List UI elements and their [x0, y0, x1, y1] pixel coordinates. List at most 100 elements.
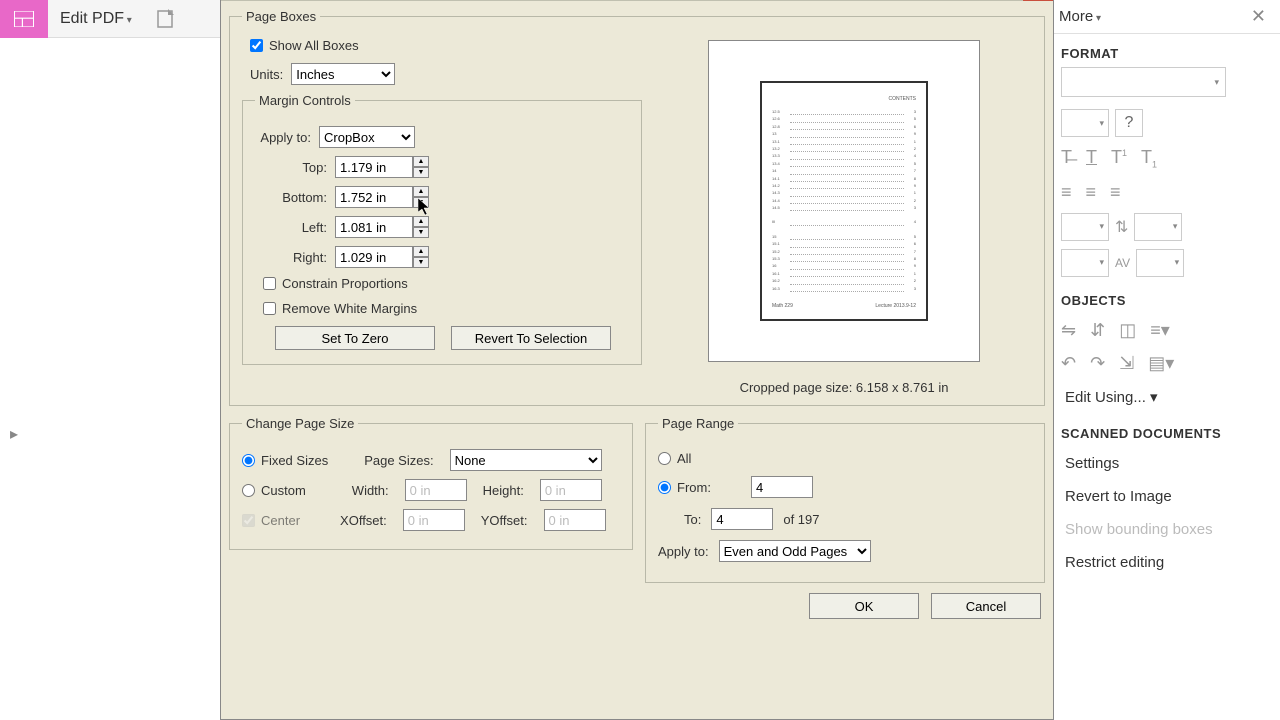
underline-icon[interactable]: T: [1086, 147, 1097, 170]
close-panel-button[interactable]: ✕: [1245, 4, 1272, 29]
custom-radio[interactable]: Custom: [242, 483, 306, 498]
xoffset-input: [403, 509, 465, 531]
settings-link[interactable]: Settings: [1051, 447, 1280, 480]
help-button[interactable]: ?: [1115, 109, 1143, 137]
objects-section-title: OBJECTS: [1051, 281, 1280, 314]
font-dropdown[interactable]: [1061, 67, 1226, 97]
fixed-sizes-radio[interactable]: Fixed Sizes: [242, 453, 328, 468]
crop-layout-icon: [14, 11, 34, 27]
restrict-editing-link[interactable]: Restrict editing: [1051, 546, 1280, 579]
width-input: [405, 479, 467, 501]
margin-controls-fieldset: Margin Controls Apply to: CropBox Top: ▲…: [242, 93, 642, 365]
pr-apply-to-label: Apply to:: [658, 544, 709, 559]
top-label: Top:: [255, 160, 327, 175]
pr-apply-to-select[interactable]: Even and Odd Pages: [719, 540, 871, 562]
width-label: Width:: [352, 483, 389, 498]
right-input[interactable]: [335, 246, 413, 268]
right-spin-down[interactable]: ▼: [413, 257, 429, 268]
arrange-icon[interactable]: ≡▾: [1150, 320, 1170, 341]
ok-button[interactable]: OK: [809, 593, 919, 619]
from-input[interactable]: [751, 476, 813, 498]
rotate-left-icon[interactable]: ↶: [1061, 353, 1076, 374]
bottom-spin-up[interactable]: ▲: [413, 186, 429, 197]
margin-controls-legend: Margin Controls: [255, 93, 355, 108]
page-range-fieldset: Page Range All From: To: of 197 Apply: [645, 416, 1045, 583]
yoffset-input: [544, 509, 606, 531]
align-icon[interactable]: ▤▾: [1148, 353, 1174, 374]
preview-caption: Cropped page size: 6.158 x 8.761 in: [740, 380, 949, 395]
show-all-boxes-input[interactable]: [250, 39, 263, 52]
constrain-checkbox[interactable]: Constrain Proportions: [263, 276, 629, 291]
edit-pdf-dropdown[interactable]: Edit PDF: [48, 10, 144, 28]
line-spacing-icon[interactable]: ⇅: [1115, 217, 1128, 237]
scanned-section-title: SCANNED DOCUMENTS: [1051, 414, 1280, 447]
align-center-icon[interactable]: ≡: [1086, 182, 1097, 203]
font-size-dropdown[interactable]: [1061, 109, 1109, 137]
tool-icon[interactable]: [154, 7, 178, 31]
subscript-icon[interactable]: T1: [1141, 147, 1157, 170]
revert-to-selection-button[interactable]: Revert To Selection: [451, 326, 611, 350]
rotate-right-icon[interactable]: ↷: [1090, 353, 1105, 374]
char-spacing-icon[interactable]: AV: [1115, 256, 1130, 270]
left-spin-down[interactable]: ▼: [413, 227, 429, 238]
revert-image-link[interactable]: Revert to Image: [1051, 480, 1280, 513]
align-justify-icon[interactable]: ≡: [1110, 182, 1121, 203]
bottom-label: Bottom:: [255, 190, 327, 205]
apply-to-select[interactable]: CropBox: [319, 126, 415, 148]
change-size-legend: Change Page Size: [242, 416, 358, 431]
dialog-titlebar: Set Page Boxes ✕: [221, 0, 1053, 1]
set-to-zero-button[interactable]: Set To Zero: [275, 326, 435, 350]
mouse-cursor-icon: [418, 198, 434, 218]
show-all-boxes-checkbox[interactable]: Show All Boxes: [250, 38, 642, 53]
left-panel-toggle[interactable]: ▸: [0, 420, 28, 448]
preview-page-content: CONTENTS 12.53 12.65 12.86 139 13.11 13.…: [760, 81, 928, 321]
from-radio[interactable]: From:: [658, 480, 711, 495]
bottom-input[interactable]: [335, 186, 413, 208]
top-spin-down[interactable]: ▼: [413, 167, 429, 178]
to-label: To:: [684, 512, 701, 527]
crop-tool-button[interactable]: [0, 0, 48, 38]
all-pages-radio[interactable]: All: [658, 451, 691, 466]
height-input: [540, 479, 602, 501]
page-boxes-fieldset: Page Boxes Show All Boxes Units: Inches: [229, 9, 1045, 406]
line-spacing-dropdown[interactable]: [1134, 213, 1182, 241]
flip-v-icon[interactable]: ⇵: [1090, 320, 1105, 341]
strikethrough-icon[interactable]: T̶: [1061, 147, 1072, 170]
apply-to-label: Apply to:: [255, 130, 311, 145]
dialog-close-button[interactable]: ✕: [1023, 0, 1053, 1]
units-label: Units:: [250, 67, 283, 82]
of-total-label: of 197: [783, 512, 819, 527]
more-dropdown[interactable]: More: [1059, 8, 1101, 25]
cancel-button[interactable]: Cancel: [931, 593, 1041, 619]
replace-icon[interactable]: ⇲: [1119, 353, 1134, 374]
page-sizes-select[interactable]: None: [450, 449, 602, 471]
crop-icon[interactable]: ◫: [1119, 320, 1136, 341]
top-input[interactable]: [335, 156, 413, 178]
top-spin-up[interactable]: ▲: [413, 156, 429, 167]
flip-h-icon[interactable]: ⇋: [1061, 320, 1076, 341]
remove-white-checkbox[interactable]: Remove White Margins: [263, 301, 629, 316]
remove-white-input[interactable]: [263, 302, 276, 315]
show-bbox-link: Show bounding boxes: [1051, 513, 1280, 546]
list-style-dropdown[interactable]: [1061, 213, 1109, 241]
align-left-icon[interactable]: ≡: [1061, 182, 1072, 203]
page-boxes-legend: Page Boxes: [242, 9, 320, 24]
xoffset-label: XOffset:: [340, 513, 387, 528]
right-label: Right:: [255, 250, 327, 265]
units-select[interactable]: Inches: [291, 63, 395, 85]
right-spin-up[interactable]: ▲: [413, 246, 429, 257]
yoffset-label: YOffset:: [481, 513, 528, 528]
page-sizes-label: Page Sizes:: [364, 453, 433, 468]
format-section-title: FORMAT: [1051, 34, 1280, 67]
spacing-dropdown[interactable]: [1061, 249, 1109, 277]
page-preview: CONTENTS 12.53 12.65 12.86 139 13.11 13.…: [708, 40, 980, 362]
constrain-input[interactable]: [263, 277, 276, 290]
to-input[interactable]: [711, 508, 773, 530]
change-page-size-fieldset: Change Page Size Fixed Sizes Page Sizes:…: [229, 416, 633, 550]
char-spacing-dropdown[interactable]: [1136, 249, 1184, 277]
center-checkbox: Center: [242, 513, 300, 528]
edit-using-link[interactable]: Edit Using... ▾: [1051, 380, 1280, 414]
left-label: Left:: [255, 220, 327, 235]
superscript-icon[interactable]: T1: [1111, 147, 1127, 170]
left-input[interactable]: [335, 216, 413, 238]
